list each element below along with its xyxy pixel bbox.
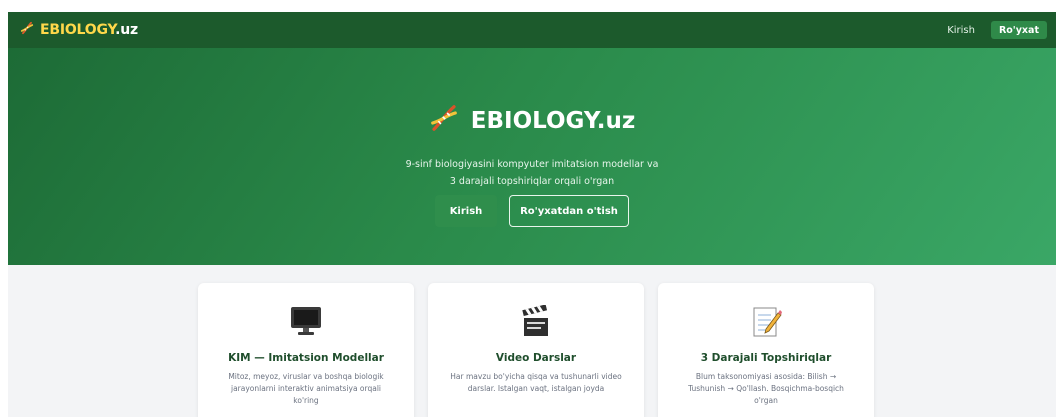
hero-title: EBIOLOGY.uz	[470, 108, 636, 134]
feature-description: Har mavzu bo'yicha qisqa va tushunarli v…	[450, 372, 622, 393]
feature-description: Blum taksonomiyasi asosida: Bilish → Tus…	[688, 372, 844, 405]
hero-login-button[interactable]: Kirish	[435, 195, 497, 227]
hero-subtitle: 9-sinf biologiyasini kompyuter imitatsio…	[8, 156, 1056, 190]
page-frame: EBIOLOGY.uz Kirish Ro'yxat EBIOLOGY.uz 9…	[8, 12, 1056, 417]
hero-subtitle-line1: 9-sinf biologiyasini kompyuter imitatsio…	[405, 159, 659, 170]
clapperboard-icon	[428, 305, 644, 339]
hero-section: EBIOLOGY.uz 9-sinf biologiyasini kompyut…	[8, 48, 1056, 265]
feature-card-video[interactable]: Video Darslar Har mavzu bo'yicha qisqa v…	[428, 283, 644, 417]
memo-icon	[658, 305, 874, 339]
feature-description: Mitoz, meyoz, viruslar va boshqa biologi…	[228, 372, 384, 405]
feature-cards: KIM — Imitatsion Modellar Mitoz, meyoz, …	[198, 283, 874, 417]
top-navbar: EBIOLOGY.uz Kirish Ro'yxat	[8, 12, 1056, 48]
feature-card-tasks[interactable]: 3 Darajali Topshiriqlar Blum taksonomiya…	[658, 283, 874, 417]
feature-title: KIM — Imitatsion Modellar	[228, 352, 384, 364]
nav-register-button[interactable]: Ro'yxat	[990, 21, 1047, 39]
brand-highlight: EBIOLOGY	[40, 22, 116, 38]
hero-subtitle-line2: 3 darajali topshiriqlar orqali o'rgan	[449, 176, 615, 187]
dna-icon	[429, 103, 459, 139]
brand-logo[interactable]: EBIOLOGY.uz	[20, 21, 138, 39]
nav-actions: Kirish Ro'yxat	[947, 21, 1047, 39]
feature-title: 3 Darajali Topshiriqlar	[700, 352, 832, 364]
feature-card-kim[interactable]: KIM — Imitatsion Modellar Mitoz, meyoz, …	[198, 283, 414, 417]
dna-icon	[20, 21, 34, 39]
feature-title: Video Darslar	[495, 352, 577, 364]
nav-login-link[interactable]: Kirish	[947, 25, 975, 36]
hero-heading: EBIOLOGY.uz	[8, 103, 1056, 139]
hero-register-button[interactable]: Ro'yxatdan o'tish	[509, 195, 629, 227]
hero-actions: Kirish Ro'yxatdan o'tish	[8, 195, 1056, 227]
brand-suffix: .uz	[115, 22, 138, 38]
monitor-icon	[198, 305, 414, 337]
